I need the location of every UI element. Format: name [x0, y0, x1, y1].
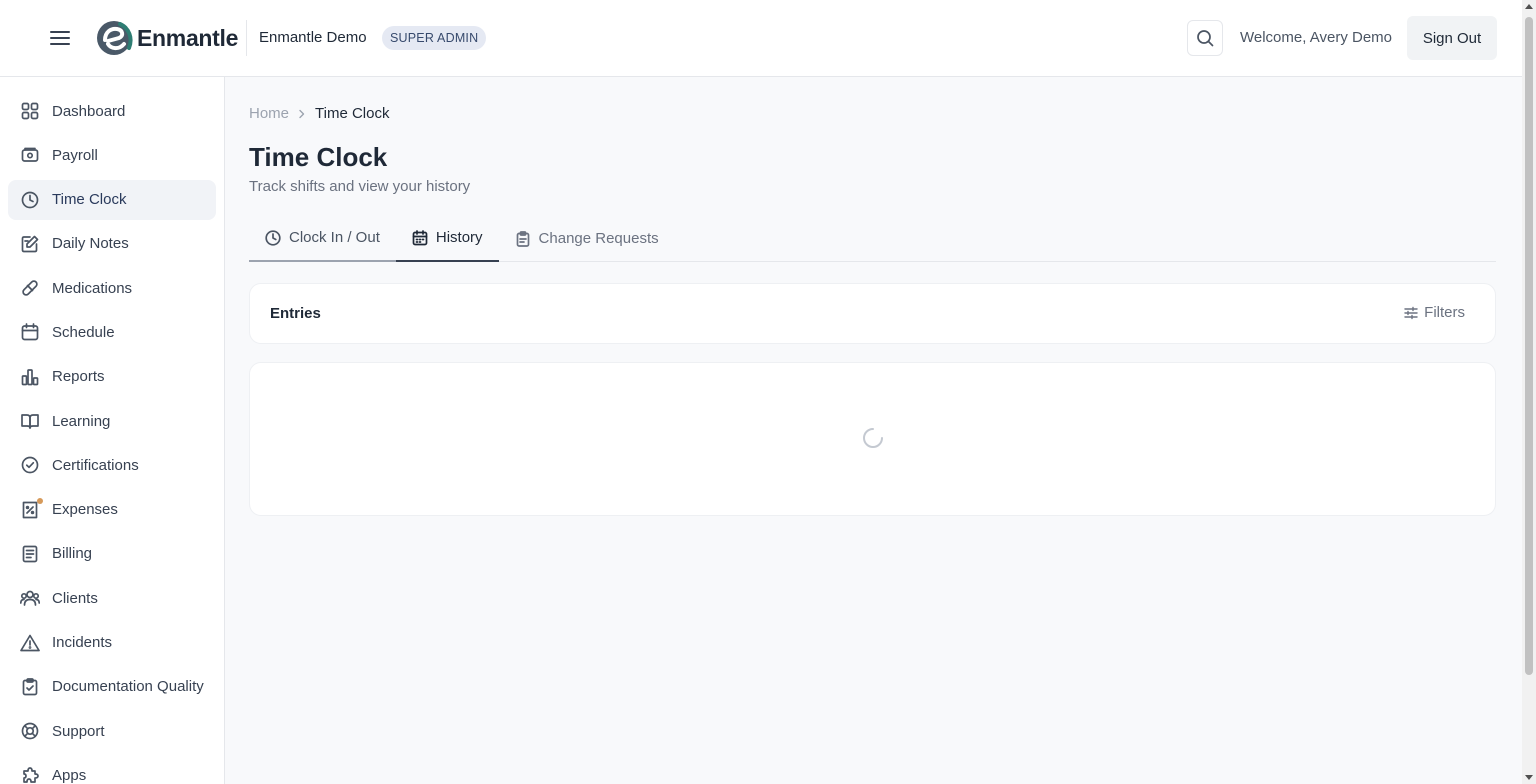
tab-clock-in-out[interactable]: Clock In / Out: [249, 215, 396, 262]
sidebar-item-label: Reports: [52, 368, 105, 386]
sidebar-item-label: Support: [52, 722, 105, 740]
sidebar-item-clients[interactable]: Clients: [8, 578, 216, 618]
sidebar-item-time-clock[interactable]: Time Clock: [8, 179, 216, 220]
sidebar: Dashboard Payroll Time Clock Daily Notes…: [0, 77, 225, 784]
sidebar-item-support[interactable]: Support: [8, 711, 216, 751]
users-icon: [20, 590, 40, 607]
book-icon: [21, 414, 39, 429]
receipt-icon: [22, 501, 38, 519]
organization-name: Enmantle Demo: [259, 29, 367, 46]
sidebar-item-daily-notes[interactable]: Daily Notes: [8, 224, 216, 264]
clipboard-icon: [516, 230, 529, 247]
sidebar-item-label: Billing: [52, 545, 93, 563]
page-scrollbar[interactable]: [1522, 0, 1536, 784]
breadcrumb: Home Time Clock: [249, 105, 389, 122]
filters-button[interactable]: Filters: [1404, 304, 1465, 321]
clock-icon: [265, 229, 281, 246]
tab-label: History: [435, 229, 483, 246]
tab-history[interactable]: History: [395, 215, 499, 262]
logo-mark-icon: [97, 21, 133, 55]
calendar-icon: [21, 323, 39, 341]
sidebar-item-incidents[interactable]: Incidents: [8, 623, 216, 663]
search-button[interactable]: [1187, 20, 1223, 56]
entries-list-card: [249, 362, 1496, 516]
page-title: Time Clock: [249, 142, 388, 172]
header-divider: [246, 20, 247, 56]
wallet-icon: [21, 147, 39, 163]
sidebar-item-label: Certifications: [52, 456, 139, 474]
loading-spinner-icon: [863, 428, 883, 448]
tab-label: Change Requests: [538, 230, 659, 247]
sidebar-item-label: Medications: [52, 279, 133, 297]
sidebar-item-dashboard[interactable]: Dashboard: [8, 91, 216, 131]
entries-title: Entries: [270, 305, 321, 322]
sidebar-item-label: Apps: [52, 766, 87, 784]
sidebar-item-expenses[interactable]: Expenses: [8, 490, 216, 530]
menu-icon: [50, 31, 70, 45]
sidebar-item-label: Clients: [52, 589, 98, 607]
sign-out-button[interactable]: Sign Out: [1407, 16, 1497, 60]
role-badge: SUPER ADMIN: [382, 26, 487, 50]
welcome-message: Welcome, Avery Demo: [1240, 29, 1392, 46]
scroll-down-arrow-icon[interactable]: [1525, 775, 1533, 780]
sidebar-item-reports[interactable]: Reports: [8, 357, 216, 397]
clock-icon: [21, 191, 39, 208]
breadcrumb-home-link[interactable]: Home: [249, 105, 289, 122]
puzzle-icon: [23, 767, 39, 784]
sidebar-item-documentation-quality[interactable]: Documentation Quality: [8, 667, 216, 707]
sidebar-item-medications[interactable]: Medications: [8, 268, 216, 308]
sidebar-item-label: Dashboard: [52, 102, 126, 120]
chevron-right-icon: [298, 109, 306, 119]
sidebar-item-label: Documentation Quality: [52, 678, 204, 696]
pill-icon: [22, 280, 38, 296]
sidebar-item-learning[interactable]: Learning: [8, 401, 216, 441]
sidebar-item-label: Daily Notes: [52, 235, 129, 253]
sidebar-item-label: Schedule: [52, 323, 115, 341]
scroll-up-arrow-icon[interactable]: [1525, 4, 1533, 9]
sliders-icon: [1404, 306, 1418, 319]
scrollbar-thumb[interactable]: [1525, 17, 1533, 675]
filters-label: Filters: [1424, 304, 1465, 321]
sidebar-item-billing[interactable]: Billing: [8, 534, 216, 574]
app-logo[interactable]: Enmantle: [96, 20, 238, 56]
clipboard-check-icon: [22, 678, 38, 696]
sidebar-nav: Dashboard Payroll Time Clock Daily Notes…: [8, 91, 216, 784]
sidebar-item-label: Incidents: [52, 634, 113, 652]
sidebar-item-certifications[interactable]: Certifications: [8, 445, 216, 485]
sidebar-item-label: Time Clock: [52, 191, 127, 209]
sidebar-item-label: Payroll: [52, 146, 98, 164]
tab-change-requests[interactable]: Change Requests: [499, 215, 675, 262]
notification-dot: [37, 497, 43, 504]
breadcrumb-current: Time Clock: [315, 105, 390, 122]
tab-bar: Clock In / Out History Change Requests: [249, 215, 1496, 262]
alert-triangle-icon: [20, 634, 40, 651]
sidebar-item-label: Learning: [52, 412, 111, 430]
document-icon: [22, 545, 38, 563]
grid-icon: [21, 102, 39, 120]
life-buoy-icon: [21, 722, 39, 740]
entries-header-card: Entries Filters: [249, 283, 1496, 344]
sidebar-item-label: Expenses: [52, 501, 118, 519]
calendar-icon: [412, 229, 428, 245]
bar-chart-icon: [21, 368, 39, 386]
top-header: Enmantle Enmantle Demo SUPER ADMIN Welco…: [0, 0, 1522, 77]
page-subtitle: Track shifts and view your history: [249, 178, 471, 195]
hamburger-menu-button[interactable]: [44, 22, 76, 54]
badge-check-icon: [21, 457, 39, 474]
tab-label: Clock In / Out: [289, 229, 380, 246]
edit-note-icon: [21, 235, 39, 253]
sidebar-item-apps[interactable]: Apps: [8, 755, 216, 784]
search-icon: [1197, 30, 1214, 47]
sidebar-item-schedule[interactable]: Schedule: [8, 312, 216, 352]
sidebar-item-payroll[interactable]: Payroll: [8, 135, 216, 175]
logo-text: Enmantle: [137, 24, 239, 51]
